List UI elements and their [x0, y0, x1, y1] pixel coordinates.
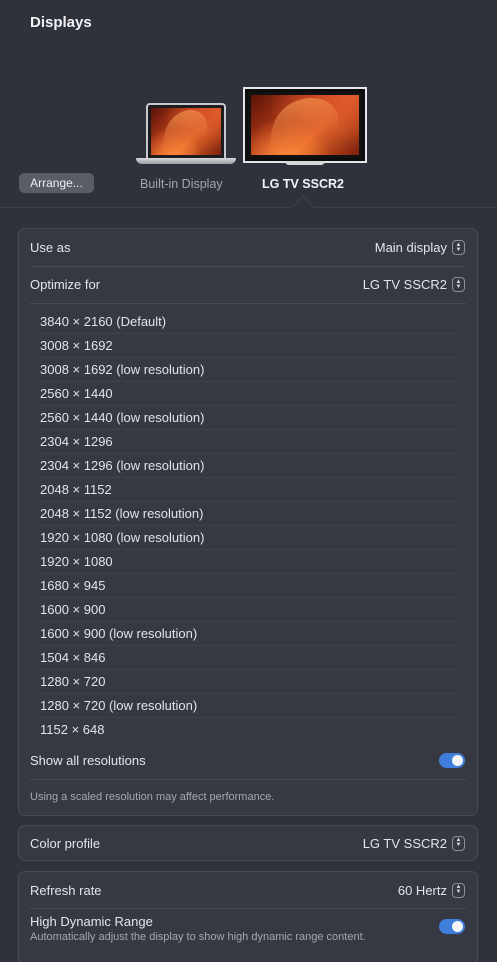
built-in-display-thumbnail[interactable]: [136, 103, 236, 165]
refresh-rate-select[interactable]: 60 Hertz ▲ ▼: [397, 882, 465, 898]
resolution-option[interactable]: 1152 × 648: [19, 717, 477, 741]
resolution-option[interactable]: 1280 × 720: [19, 669, 477, 693]
show-all-resolutions-row: Show all resolutions: [19, 741, 477, 779]
laptop-base: [136, 158, 236, 164]
hdr-label: High Dynamic Range: [30, 914, 153, 929]
scaled-resolution-note: Using a scaled resolution may affect per…: [19, 779, 477, 815]
color-profile-row: Color profile LG TV SSCR2 ▲ ▼: [19, 826, 477, 860]
hdr-row: High Dynamic Range Automatically adjust …: [19, 908, 477, 952]
resolution-option[interactable]: 2304 × 1296: [19, 429, 477, 453]
resolution-option[interactable]: 1920 × 1080: [19, 549, 477, 573]
resolution-option[interactable]: 3008 × 1692 (low resolution): [19, 357, 477, 381]
use-as-row: Use as Main display ▲ ▼: [19, 229, 477, 266]
arrange-button[interactable]: Arrange...: [19, 173, 94, 193]
refresh-rate-label: Refresh rate: [30, 882, 102, 898]
refresh-rate-value: 60 Hertz: [397, 882, 447, 898]
resolution-list: 3840 × 2160 (Default) 3008 × 1692 3008 ×…: [19, 303, 477, 741]
resolution-option[interactable]: 2304 × 1296 (low resolution): [19, 453, 477, 477]
resolution-option[interactable]: 2048 × 1152 (low resolution): [19, 501, 477, 525]
hdr-toggle[interactable]: [439, 919, 465, 934]
optimize-for-row: Optimize for LG TV SSCR2 ▲ ▼: [19, 266, 477, 303]
display-label-built-in[interactable]: Built-in Display: [140, 177, 223, 191]
tv-stand: [285, 161, 325, 165]
resolution-option[interactable]: 2048 × 1152: [19, 477, 477, 501]
use-as-value: Main display: [374, 240, 447, 255]
chevron-up-down-icon: ▲ ▼: [452, 882, 465, 898]
color-profile-value: LG TV SSCR2: [362, 835, 447, 851]
resolution-option[interactable]: 3008 × 1692: [19, 333, 477, 357]
tv-screen: [243, 87, 367, 163]
display-label-lg-tv[interactable]: LG TV SSCR2: [262, 177, 344, 191]
hdr-description: Automatically adjust the display to show…: [30, 931, 366, 943]
resolution-option[interactable]: 1280 × 720 (low resolution): [19, 693, 477, 717]
resolution-option[interactable]: 2560 × 1440: [19, 381, 477, 405]
chevron-up-down-icon: ▲ ▼: [452, 835, 465, 851]
chevron-up-down-icon: ▲ ▼: [452, 240, 465, 255]
color-profile-select[interactable]: LG TV SSCR2 ▲ ▼: [362, 835, 465, 851]
resolution-option[interactable]: 1504 × 846: [19, 645, 477, 669]
color-profile-label: Color profile: [30, 835, 101, 851]
refresh-rate-row: Refresh rate 60 Hertz ▲ ▼: [19, 872, 477, 908]
color-profile-panel: Color profile LG TV SSCR2 ▲ ▼: [18, 825, 478, 861]
use-as-select[interactable]: Main display ▲ ▼: [375, 240, 465, 255]
chevron-up-down-icon: ▲ ▼: [452, 277, 465, 292]
lg-tv-display-thumbnail[interactable]: [243, 87, 367, 169]
resolution-option[interactable]: 1600 × 900 (low resolution): [19, 621, 477, 645]
laptop-screen: [146, 103, 226, 158]
use-as-label: Use as: [30, 240, 71, 255]
display-settings-panel: Use as Main display ▲ ▼ Optimize for LG T…: [18, 228, 478, 816]
resolution-option[interactable]: 2560 × 1440 (low resolution): [19, 405, 477, 429]
show-all-resolutions-toggle[interactable]: [439, 752, 465, 768]
resolution-option[interactable]: 1600 × 900: [19, 597, 477, 621]
refresh-hdr-panel: Refresh rate 60 Hertz ▲ ▼ High Dynamic Ra…: [18, 871, 478, 962]
optimize-for-select[interactable]: LG TV SSCR2 ▲ ▼: [363, 277, 465, 292]
resolution-option[interactable]: 1680 × 945: [19, 573, 477, 597]
page-title: Displays: [30, 14, 92, 31]
display-arrangement-header: Displays Arrange... Built-in Display LG …: [0, 0, 497, 208]
resolution-option[interactable]: 1920 × 1080 (low resolution): [19, 525, 477, 549]
optimize-for-label: Optimize for: [30, 277, 101, 292]
optimize-for-value: LG TV SSCR2: [362, 277, 447, 292]
show-all-resolutions-label: Show all resolutions: [30, 752, 146, 768]
resolution-option[interactable]: 3840 × 2160 (Default): [19, 309, 477, 333]
